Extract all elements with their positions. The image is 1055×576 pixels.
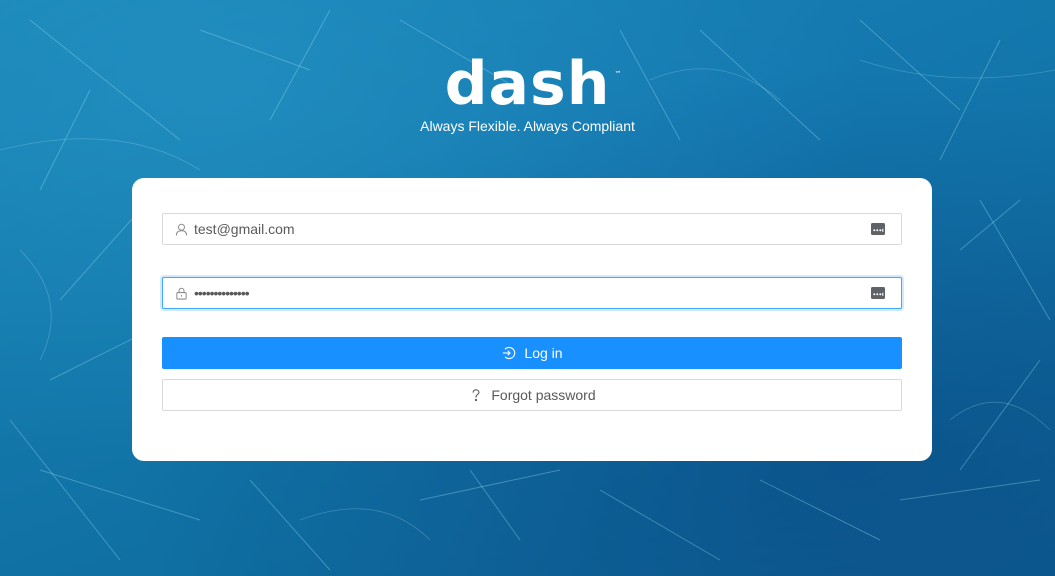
login-button[interactable]: Log in bbox=[162, 337, 902, 369]
forgot-password-button[interactable]: Forgot password bbox=[162, 379, 902, 411]
lock-icon bbox=[174, 286, 188, 300]
forgot-password-label: Forgot password bbox=[491, 387, 596, 403]
logo-text: dash bbox=[444, 49, 611, 119]
login-card: Log in Forgot password bbox=[132, 178, 932, 461]
login-button-label: Log in bbox=[524, 345, 563, 361]
login-icon bbox=[501, 345, 517, 361]
autofill-key-icon[interactable] bbox=[870, 222, 886, 236]
trademark-symbol: ™ bbox=[614, 70, 623, 78]
brand-header: dash ™ Always Flexible. Always Compliant bbox=[0, 48, 1055, 134]
password-field[interactable] bbox=[162, 277, 902, 309]
question-icon bbox=[468, 387, 484, 403]
password-input[interactable] bbox=[194, 285, 870, 301]
dash-logo: dash ™ bbox=[444, 48, 622, 120]
tagline: Always Flexible. Always Compliant bbox=[420, 118, 635, 134]
email-field[interactable] bbox=[162, 213, 902, 245]
autofill-key-icon[interactable] bbox=[870, 286, 886, 300]
user-icon bbox=[174, 222, 188, 236]
email-input[interactable] bbox=[194, 221, 870, 237]
